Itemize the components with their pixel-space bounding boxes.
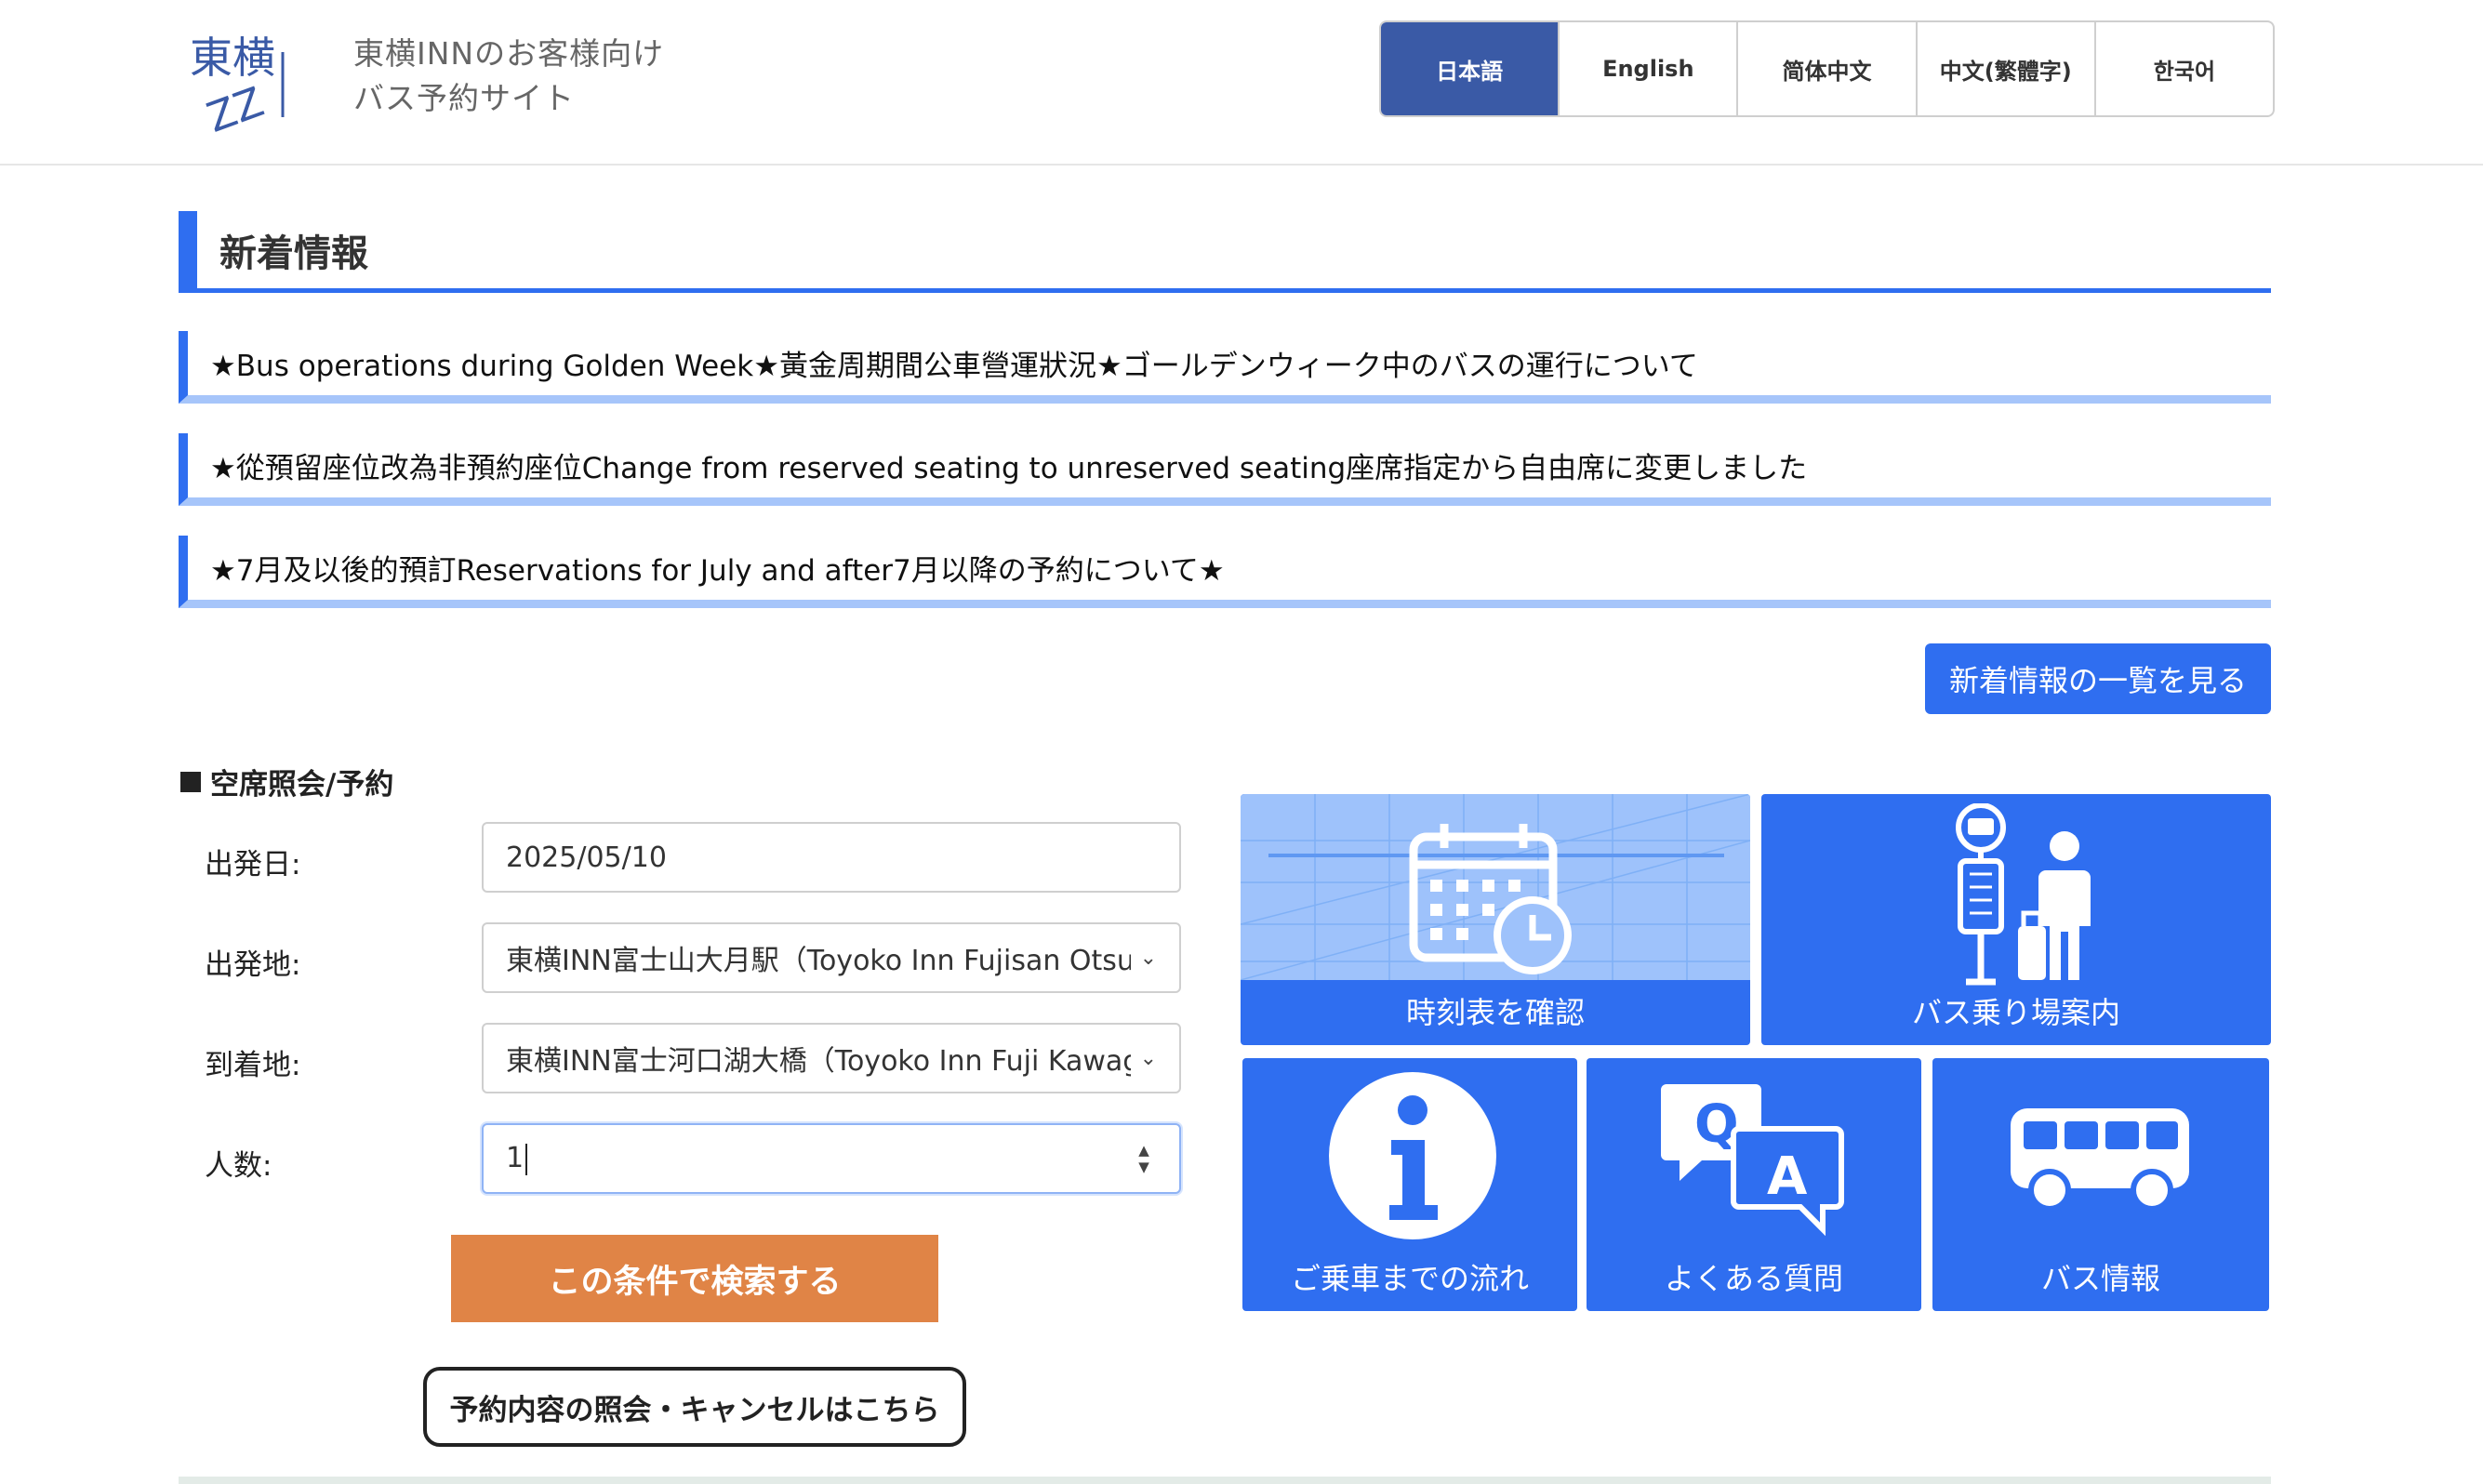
site-title-line2: バス予約サイト	[353, 80, 575, 116]
timetable-tile[interactable]: 時刻表を確認	[1241, 794, 1750, 1045]
lang-korean-button[interactable]: 한국어	[2096, 22, 2273, 115]
info-icon	[1329, 1072, 1496, 1239]
origin-select[interactable]: 東横INN富士山大月駅（Toyoko Inn Fujisan Otsuki- ⌄	[482, 922, 1181, 993]
destination-value: 東横INN富士河口湖大橋（Toyoko Inn Fuji Kawaguc	[506, 1045, 1131, 1078]
departure-date-value: 2025/05/10	[506, 841, 667, 874]
faq-tile[interactable]: Q A よくある質問	[1587, 1058, 1921, 1311]
divider	[179, 1477, 2271, 1484]
destination-label: 到着地:	[205, 1049, 301, 1082]
svg-text:A: A	[1767, 1146, 1808, 1207]
lang-japanese-button[interactable]: 日本語	[1381, 22, 1560, 115]
departure-date-label: 出発日:	[205, 848, 301, 881]
language-switcher: 日本語 English 简体中文 中文(繁體字) 한국어	[1379, 20, 2275, 117]
origin-value: 東横INN富士山大月駅（Toyoko Inn Fujisan Otsuki-	[506, 945, 1131, 977]
destination-select[interactable]: 東横INN富士河口湖大橋（Toyoko Inn Fuji Kawaguc ⌄	[482, 1023, 1181, 1093]
search-heading-text: 空席照会/予約	[210, 768, 394, 802]
reservation-lookup-cancel-button[interactable]: 予約内容の照会・キャンセルはこちら	[423, 1367, 966, 1447]
timetable-label: 時刻表を確認	[1405, 995, 1585, 1030]
passengers-label: 人数:	[205, 1149, 272, 1183]
calendar-clock-icon	[1409, 824, 1572, 974]
search-button[interactable]: この条件で検索する	[451, 1235, 938, 1322]
site-title-line1: 東横INNのお客様向け	[353, 35, 665, 72]
lang-traditional-chinese-button[interactable]: 中文(繁體字)	[1918, 22, 2096, 115]
faq-label: よくある質問	[1664, 1261, 1843, 1296]
svg-text:横: 横	[232, 33, 275, 83]
toyoko-inn-logo[interactable]: 東 横 ZZ	[186, 24, 298, 142]
news-list-button[interactable]: 新着情報の一覧を見る	[1925, 643, 2271, 714]
chevron-down-icon: ⌄	[1139, 946, 1157, 970]
lang-english-button[interactable]: English	[1560, 22, 1739, 115]
site-header: 東 横 ZZ 東横INNのお客様向け バス予約サイト 日本語 English 简…	[0, 0, 2483, 166]
number-stepper-icon[interactable]: ▲ ▼	[1131, 1142, 1157, 1175]
chevron-down-icon: ⌄	[1139, 1046, 1157, 1070]
passengers-input[interactable]: 1 ▲ ▼	[482, 1123, 1181, 1194]
departure-date-input[interactable]: 2025/05/10	[482, 822, 1181, 893]
bus-info-tile[interactable]: バス情報	[1932, 1058, 2269, 1311]
boarding-flow-tile[interactable]: ご乗車までの流れ	[1242, 1058, 1577, 1311]
qa-icon: Q A	[1661, 1084, 1844, 1237]
bus-info-label: バス情報	[2040, 1261, 2160, 1296]
passengers-value: 1	[506, 1142, 1131, 1175]
search-heading: 空席照会/予約	[180, 761, 393, 802]
svg-text:東: 東	[190, 33, 232, 83]
bus-stop-label: バス乗り場案内	[1911, 995, 2120, 1030]
lang-simplified-chinese-button[interactable]: 简体中文	[1738, 22, 1918, 115]
bus-stop-tile[interactable]: バス乗り場案内	[1761, 794, 2271, 1045]
bus-stop-icon	[1956, 803, 2091, 986]
svg-text:ZZ: ZZ	[201, 78, 270, 134]
site-title: 東横INNのお客様向け バス予約サイト	[353, 32, 664, 121]
news-heading: 新着情報	[179, 211, 2271, 293]
news-item[interactable]: ★從預留座位改為非預約座位Change from reserved seatin…	[179, 433, 2271, 506]
square-bullet-icon	[180, 771, 201, 792]
origin-label: 出発地:	[205, 948, 301, 982]
news-item[interactable]: ★Bus operations during Golden Week★黃金周期間…	[179, 331, 2271, 404]
bus-icon	[2011, 1108, 2189, 1212]
news-item[interactable]: ★7月及以後的預訂Reservations for July and after…	[179, 536, 2271, 608]
boarding-flow-label: ご乗車までの流れ	[1290, 1261, 1529, 1296]
